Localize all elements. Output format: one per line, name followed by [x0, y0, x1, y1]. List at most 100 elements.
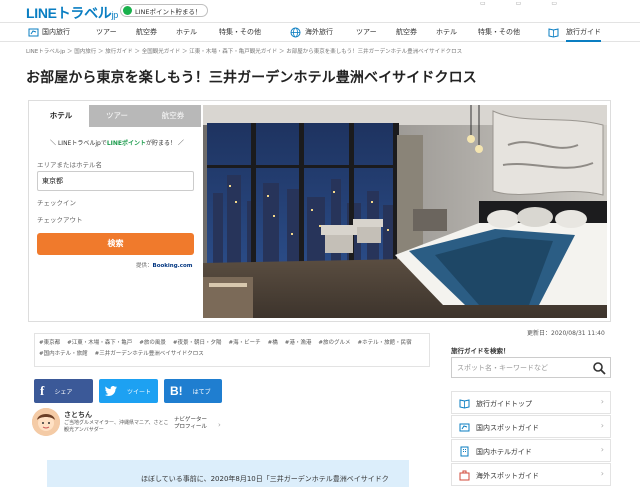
- nav-overseas[interactable]: 海外旅行: [305, 27, 333, 37]
- tag[interactable]: #橋: [268, 338, 278, 346]
- tab-hotel[interactable]: ホテル: [33, 105, 89, 127]
- checkout-field[interactable]: チェックアウト: [37, 214, 83, 224]
- chevron-right-icon: ›: [218, 421, 221, 429]
- tag[interactable]: #旅の風景: [139, 338, 166, 346]
- line-point-badge[interactable]: LINEポイント貯まる！: [120, 4, 208, 17]
- promo-highlight: LINEポイント: [106, 140, 147, 147]
- navigator-label-1: ナビゲーター: [174, 417, 208, 423]
- hotel-room-photo: [203, 105, 607, 318]
- chevron-right-icon: ›: [600, 445, 604, 454]
- suitcase-icon: [459, 470, 470, 481]
- line-point-promo: ＼ LINEトラベルjpでLINEポイントが貯まる！ ／: [33, 138, 201, 147]
- guide-search-placeholder: スポット名・キーワードなど: [457, 364, 548, 372]
- global-nav: 国内旅行 ツアー 航空券 ホテル 特集・その他 海外旅行 ツアー 航空券 ホテル…: [0, 22, 640, 42]
- tags-box: #東京都 #江東・木場・森下・亀戸 #旅の風景 #夜景・朝日・夕陽 #海・ビーチ…: [34, 333, 430, 367]
- nav-travel-guide[interactable]: 旅行ガイド: [566, 27, 601, 42]
- tag[interactable]: #夜景・朝日・夕陽: [173, 338, 222, 346]
- facebook-share-label: シェア: [54, 388, 73, 396]
- line-travel-logo[interactable]: LINEトラベルjp: [26, 3, 118, 23]
- twitter-bird-icon: [105, 386, 117, 396]
- logo-text: LINEトラベル: [26, 5, 112, 21]
- avatar-face-icon: [32, 408, 60, 436]
- top-header: LINEトラベルjp LINEポイント貯まる！ ▭ ▭ ▭: [0, 0, 640, 22]
- hotel-room-illustration: [203, 105, 607, 318]
- tab-tour[interactable]: ツアー: [89, 105, 145, 127]
- globe-icon: [290, 27, 301, 38]
- nav-overseas-hotel[interactable]: ホテル: [436, 27, 457, 37]
- navigator-profile-link[interactable]: ナビゲーター プロフィール: [174, 417, 207, 431]
- nav-domestic-hotel[interactable]: ホテル: [176, 27, 197, 37]
- sidebar-item-domestic-spot[interactable]: 国内スポットガイド ›: [451, 415, 611, 438]
- japan-map-icon: [459, 423, 470, 432]
- tag[interactable]: #三井ガーデンホテル豊洲ベイサイドクロス: [95, 349, 204, 357]
- tag[interactable]: #江東・木場・森下・亀戸: [67, 338, 132, 346]
- provider-credit: 提供：Booking.com: [136, 261, 193, 269]
- author-bio: ご当地グルメマイラー、沖縄県マニア、さとこ観光アンバサダー: [64, 420, 169, 433]
- area-label: エリアまたはホテル名: [37, 161, 102, 169]
- chevron-right-icon: ›: [600, 397, 604, 406]
- tag[interactable]: #海・ビーチ: [229, 338, 261, 346]
- sidebar-item-label: 海外スポットガイド: [476, 472, 539, 480]
- breadcrumb[interactable]: LINEトラベルjp ＞ 国内旅行 ＞ 旅行ガイド ＞ 全国観光ガイド ＞ 江東…: [26, 47, 462, 55]
- sidebar-item-label: 国内ホテルガイド: [476, 448, 532, 456]
- nav-overseas-tour[interactable]: ツアー: [356, 27, 377, 37]
- sidebar-item-label: 旅行ガイドトップ: [476, 400, 532, 408]
- line-point-icon: [123, 6, 132, 15]
- area-input[interactable]: 東京都: [37, 171, 194, 191]
- japan-map-icon: [28, 28, 39, 37]
- facebook-icon: f: [40, 383, 45, 398]
- search-button[interactable]: 検索: [37, 233, 194, 255]
- utility-links: ▭ ▭ ▭: [480, 0, 587, 7]
- tag[interactable]: #旅のグルメ: [318, 338, 350, 346]
- tab-flight[interactable]: 航空券: [145, 105, 201, 127]
- utility-icon[interactable]: ▭: [480, 0, 486, 7]
- twitter-share-button[interactable]: ツイート: [99, 379, 158, 403]
- updated-date: 更新日：2020/08/31 11:40: [527, 330, 605, 337]
- utility-icon[interactable]: ▭: [516, 0, 522, 7]
- hatena-bookmark-button[interactable]: B! はてブ: [164, 379, 222, 403]
- sidebar-heading: 旅行ガイドを検索！: [451, 347, 510, 355]
- hatena-icon: B!: [170, 384, 183, 398]
- nav-domestic[interactable]: 国内旅行: [42, 27, 70, 37]
- nav-overseas-flight[interactable]: 航空券: [396, 27, 417, 37]
- booking-logo: Booking.com: [152, 263, 193, 269]
- tag[interactable]: #東京都: [39, 338, 60, 346]
- sidebar-item-label: 国内スポットガイド: [476, 424, 539, 432]
- tag[interactable]: #港・漁港: [285, 338, 312, 346]
- promo-suffix: が貯まる！ ／: [146, 140, 184, 147]
- facebook-share-button[interactable]: f シェア: [34, 379, 93, 403]
- hotel-icon: [460, 446, 469, 457]
- nav-domestic-special[interactable]: 特集・その他: [219, 27, 261, 37]
- guide-search-input[interactable]: スポット名・キーワードなど: [451, 357, 611, 378]
- tag[interactable]: #国内ホテル・旅館: [39, 349, 88, 357]
- tag-list: #東京都 #江東・木場・森下・亀戸 #旅の風景 #夜景・朝日・夕陽 #海・ビーチ…: [39, 338, 429, 357]
- sidebar-item-overseas-spot[interactable]: 海外スポットガイド ›: [451, 463, 611, 486]
- sidebar-item-guide-top[interactable]: 旅行ガイドトップ ›: [451, 391, 611, 414]
- line-point-text: LINEポイント貯まる！: [135, 7, 202, 16]
- search-icon[interactable]: [592, 361, 606, 375]
- tag[interactable]: #ホテル・旅館・民宿: [358, 338, 412, 346]
- search-tabs: ホテル ツアー 航空券: [33, 105, 201, 127]
- twitter-share-label: ツイート: [127, 388, 152, 396]
- page-title: お部屋から東京を楽しもう！三井ガーデンホテル豊洲ベイサイドクロス: [26, 70, 477, 86]
- promo-prefix: ＼ LINEトラベルjpで: [50, 140, 107, 147]
- intro-text: ほぼしている事前に、2020年8月10日「三井ガーデンホテル豊洲ベイサイドク: [141, 475, 389, 483]
- chevron-right-icon: ›: [600, 469, 604, 478]
- nav-domestic-tour[interactable]: ツアー: [96, 27, 117, 37]
- nav-overseas-special[interactable]: 特集・その他: [478, 27, 520, 37]
- utility-icon[interactable]: ▭: [551, 0, 557, 7]
- nav-domestic-flight[interactable]: 航空券: [136, 27, 157, 37]
- chevron-right-icon: ›: [600, 421, 604, 430]
- guidebook-icon: [548, 28, 559, 38]
- author-name[interactable]: さとちん: [64, 410, 92, 420]
- logo-suffix: jp: [111, 10, 119, 20]
- hatena-label: はてブ: [192, 388, 211, 396]
- book-icon: [459, 399, 470, 409]
- navigator-label-2: プロフィール: [174, 424, 207, 430]
- author-avatar[interactable]: [32, 408, 60, 436]
- hotel-search-hero: ホテル ツアー 航空券 ＼ LINEトラベルjpでLINEポイントが貯まる！ ／…: [28, 100, 611, 322]
- provider-prefix: 提供：: [136, 263, 153, 269]
- sidebar-item-domestic-hotel[interactable]: 国内ホテルガイド ›: [451, 439, 611, 462]
- hotel-search-panel: ホテル ツアー 航空券 ＼ LINEトラベルjpでLINEポイントが貯まる！ ／…: [33, 105, 201, 318]
- checkin-field[interactable]: チェックイン: [37, 197, 76, 207]
